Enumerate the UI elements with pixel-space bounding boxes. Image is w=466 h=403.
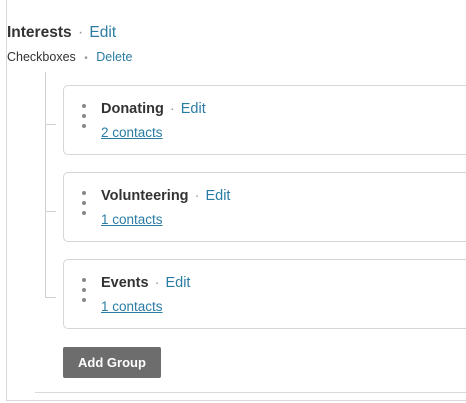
group-separator: · (169, 101, 175, 117)
group-title: Events · Edit (101, 275, 190, 291)
section-header: Interests · Edit (7, 24, 116, 42)
tree-branch (45, 297, 56, 298)
tree-branch (45, 211, 56, 212)
tree-branch (45, 124, 56, 125)
group-title: Donating · Edit (101, 101, 206, 117)
type-separator: • (84, 53, 88, 64)
section-title: Interests (7, 24, 72, 41)
section-subheader: Checkboxes • Delete (7, 50, 132, 64)
edit-section-link[interactable]: Edit (89, 24, 116, 41)
group-separator: · (194, 188, 200, 204)
delete-section-link[interactable]: Delete (96, 50, 132, 64)
group-name: Donating (101, 101, 164, 117)
group-separator: · (154, 275, 160, 291)
group-contacts-link[interactable]: 1 contacts (101, 299, 163, 314)
group-contacts-link[interactable]: 1 contacts (101, 212, 163, 227)
title-separator: · (77, 24, 84, 41)
group-card-volunteering: Volunteering · Edit 1 contacts (63, 172, 466, 242)
drag-handle-icon[interactable] (81, 104, 87, 128)
group-card-events: Events · Edit 1 contacts (63, 259, 466, 329)
drag-handle-icon[interactable] (81, 191, 87, 215)
group-contacts-link[interactable]: 2 contacts (101, 125, 163, 140)
group-card-donating: Donating · Edit 2 contacts (63, 85, 466, 155)
group-name: Volunteering (101, 188, 189, 204)
tree-connector (45, 72, 46, 298)
edit-group-link[interactable]: Edit (205, 188, 230, 204)
group-title: Volunteering · Edit (101, 188, 230, 204)
edit-group-link[interactable]: Edit (165, 275, 190, 291)
bottom-divider (35, 392, 466, 393)
add-group-button[interactable]: Add Group (63, 347, 161, 378)
group-name: Events (101, 275, 149, 291)
drag-handle-icon[interactable] (81, 278, 87, 302)
edit-group-link[interactable]: Edit (181, 101, 206, 117)
field-type-label: Checkboxes (7, 50, 76, 64)
